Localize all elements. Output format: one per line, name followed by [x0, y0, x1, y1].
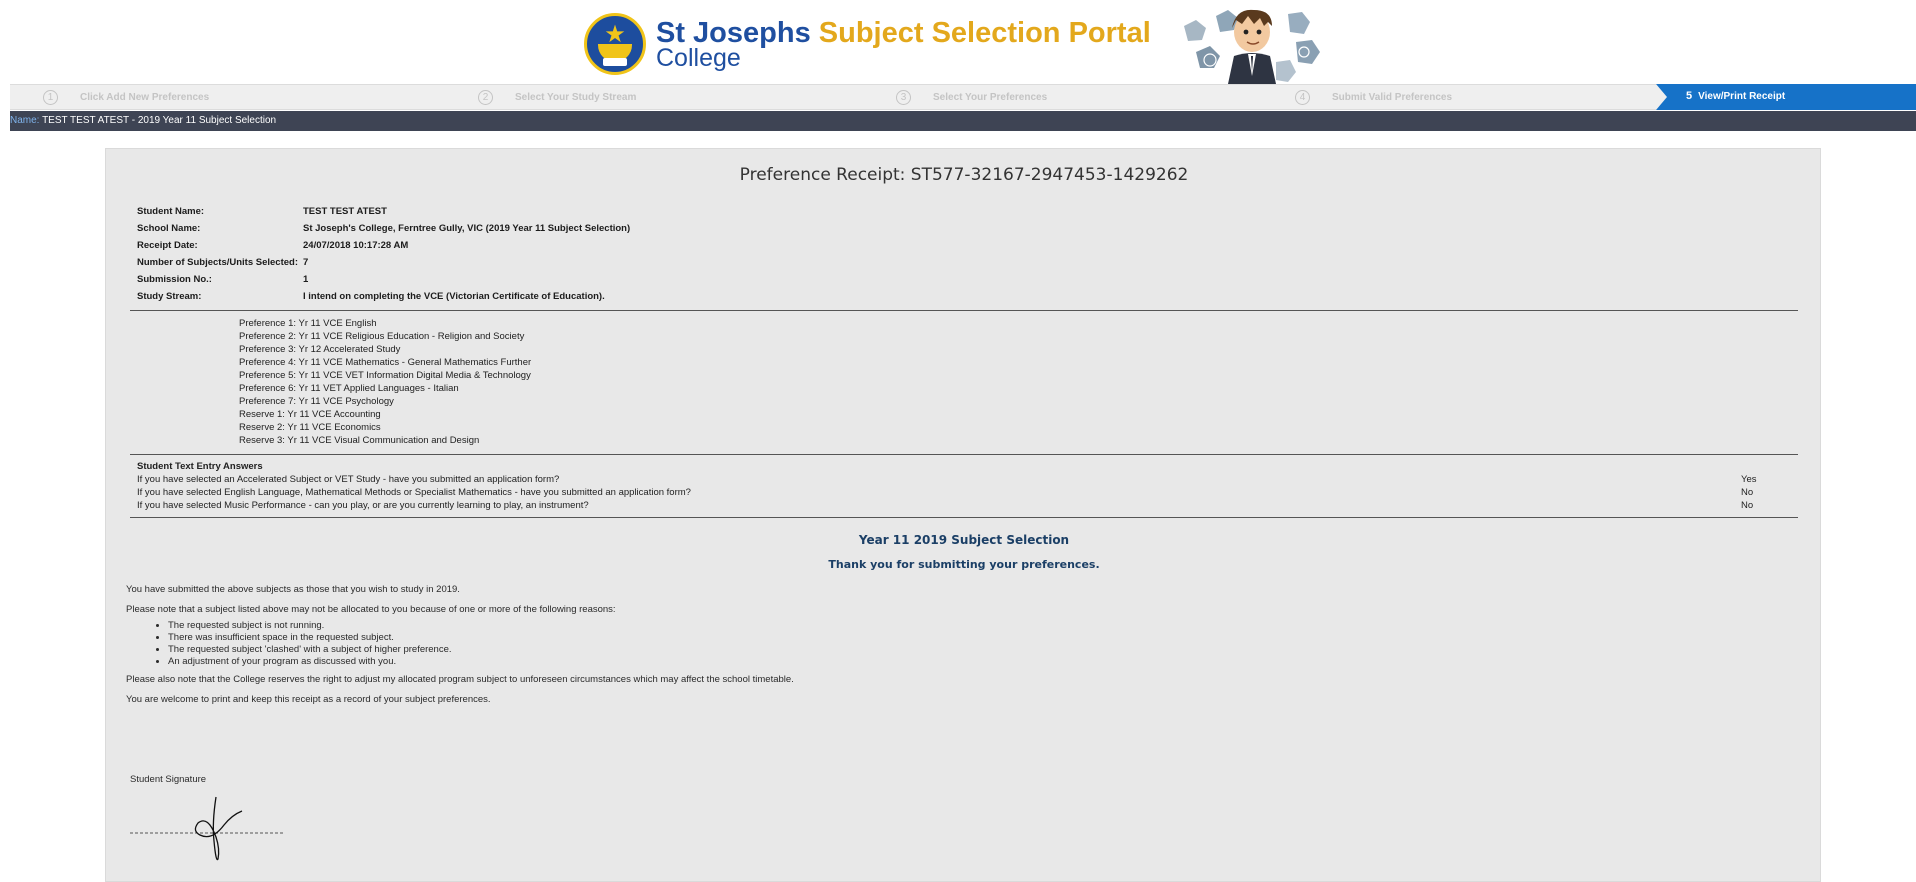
receipt-panel: Preference Receipt: ST577-32167-2947453-…	[105, 148, 1821, 882]
name-value: TEST TEST ATEST - 2019 Year 11 Subject S…	[42, 115, 277, 126]
selection-title: Year 11 2019 Subject Selection	[858, 533, 1070, 547]
info-label: Receipt Date:	[137, 240, 198, 251]
info-value: I intend on completing the VCE (Victoria…	[303, 291, 605, 302]
reason-item: An adjustment of your program as discuss…	[168, 656, 1786, 668]
answers-heading: Student Text Entry Answers	[137, 461, 263, 472]
brand-portal-name: Subject Selection Portal	[818, 17, 1151, 49]
step-label: Select Your Study Stream	[515, 91, 637, 103]
progress-steps: 1 Click Add New Preferences 2 Select You…	[10, 84, 1916, 110]
signature-label: Student Signature	[130, 774, 207, 785]
info-label: Study Stream:	[137, 291, 202, 302]
info-value: 1	[303, 274, 309, 285]
text-entry-answers: Student Text Entry Answers If you have s…	[137, 461, 1777, 512]
step-number: 3	[896, 89, 911, 105]
preference-list: Preference 1: Yr 11 VCE English Preferen…	[239, 317, 531, 447]
portal-header: ★ St Josephs Subject Selection Portal Co…	[0, 0, 1916, 84]
divider	[130, 517, 1798, 518]
preference-item: Preference 5: Yr 11 VCE VET Information …	[239, 370, 531, 381]
step-3[interactable]: 3 Select Your Preferences	[896, 85, 1047, 109]
answer-value: No	[1741, 500, 1754, 511]
receipt-notes: You have submitted the above subjects as…	[126, 580, 1786, 710]
step-label: Submit Valid Preferences	[1332, 91, 1453, 103]
info-value: TEST TEST ATEST	[303, 206, 387, 217]
preference-item: Preference 3: Yr 12 Accelerated Study	[239, 344, 401, 355]
brand-college-name: College	[656, 44, 741, 72]
note-paragraph: Please also note that the College reserv…	[126, 674, 794, 685]
answer-value: Yes	[1741, 474, 1757, 485]
reason-item: The requested subject 'clashed' with a s…	[168, 644, 1786, 656]
info-label: School Name:	[137, 223, 201, 234]
answer-row: If you have selected an Accelerated Subj…	[137, 473, 1777, 486]
signature-line	[130, 796, 284, 861]
preference-item: Preference 4: Yr 11 VCE Mathematics - Ge…	[239, 357, 532, 368]
step-number: 2	[478, 89, 493, 105]
info-label: Student Name:	[137, 206, 205, 217]
student-cartoon-icon	[1184, 9, 1320, 84]
info-value: 24/07/2018 10:17:28 AM	[303, 240, 409, 251]
preference-item: Preference 1: Yr 11 VCE English	[239, 318, 377, 329]
answer-question: If you have selected English Language, M…	[137, 487, 691, 498]
step-5-active[interactable]: 5 View/Print Receipt	[1656, 84, 1916, 110]
reason-item: There was insufficient space in the requ…	[168, 632, 1786, 644]
student-name-bar: Name: TEST TEST ATEST - 2019 Year 11 Sub…	[10, 111, 1916, 131]
info-label: Submission No.:	[137, 274, 212, 285]
receipt-title: Preference Receipt: ST577-32167-2947453-…	[739, 165, 1189, 185]
preference-item: Preference 6: Yr 11 VET Applied Language…	[239, 383, 459, 394]
answer-value: No	[1741, 487, 1754, 498]
step-label: View/Print Receipt	[1698, 90, 1786, 102]
step-label: Click Add New Preferences	[80, 91, 210, 103]
answer-question: If you have selected an Accelerated Subj…	[137, 474, 560, 485]
note-paragraph: You have submitted the above subjects as…	[126, 584, 460, 595]
divider	[130, 454, 1798, 455]
reasons-list: The requested subject is not running. Th…	[126, 620, 1786, 670]
reserve-item: Reserve 1: Yr 11 VCE Accounting	[239, 409, 381, 420]
step-number: 1	[43, 89, 58, 105]
note-paragraph: Please note that a subject listed above …	[126, 604, 616, 615]
info-value: St Joseph's College, Ferntree Gully, VIC…	[303, 223, 631, 234]
step-number: 5	[1686, 90, 1693, 102]
note-paragraph: You are welcome to print and keep this r…	[126, 694, 491, 705]
divider	[130, 310, 1798, 311]
reserve-item: Reserve 3: Yr 11 VCE Visual Communicatio…	[239, 435, 480, 446]
step-number: 4	[1295, 89, 1310, 105]
step-2[interactable]: 2 Select Your Study Stream	[478, 85, 636, 109]
answer-question: If you have selected Music Performance -…	[137, 500, 589, 511]
reason-item: The requested subject is not running.	[168, 620, 1786, 632]
reserve-item: Reserve 2: Yr 11 VCE Economics	[239, 422, 381, 433]
step-1[interactable]: 1 Click Add New Preferences	[43, 85, 209, 109]
preference-item: Preference 7: Yr 11 VCE Psychology	[239, 396, 394, 407]
college-crest-icon: ★	[584, 13, 646, 75]
answer-row: If you have selected English Language, M…	[137, 486, 1777, 499]
preference-item: Preference 2: Yr 11 VCE Religious Educat…	[239, 331, 525, 342]
answer-row: If you have selected Music Performance -…	[137, 499, 1777, 512]
page-root: ★ St Josephs Subject Selection Portal Co…	[0, 0, 1916, 882]
step-label: Select Your Preferences	[933, 91, 1048, 103]
name-label: Name:	[10, 115, 40, 126]
thank-you-message: Thank you for submitting your preference…	[828, 558, 1100, 571]
step-4[interactable]: 4 Submit Valid Preferences	[1295, 85, 1452, 109]
info-value: 7	[303, 257, 309, 268]
info-label: Number of Subjects/Units Selected:	[137, 257, 299, 268]
